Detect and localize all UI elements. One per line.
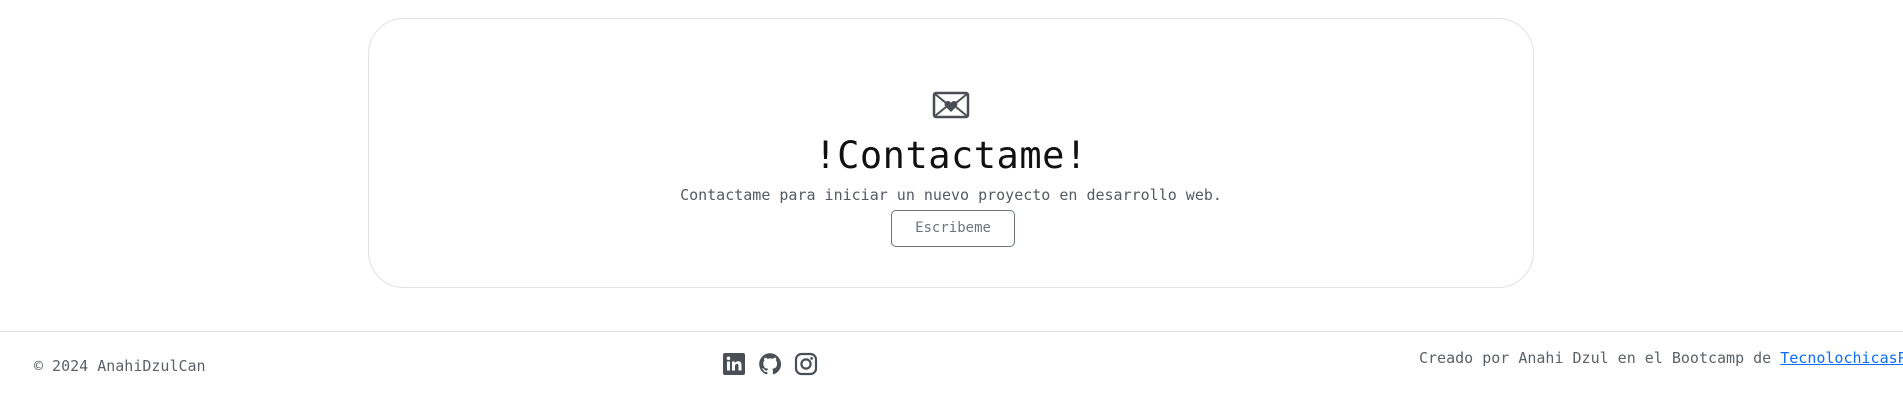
envelope-heart-icon: [932, 91, 970, 119]
instagram-icon: [794, 352, 818, 376]
social-links: [722, 352, 818, 378]
footer: © 2024 AnahiDzulCan Creado por Anahi Dzu…: [0, 331, 1903, 418]
escribeme-button[interactable]: Escribeme: [891, 210, 1015, 247]
copyright-text: © 2024 AnahiDzulCan: [34, 357, 206, 375]
github-link[interactable]: [758, 352, 782, 376]
linkedin-link[interactable]: [722, 352, 746, 376]
page-title: !Contactame!: [814, 134, 1088, 177]
contact-card: !Contactame! Contactame para iniciar un …: [368, 18, 1534, 288]
page: !Contactame! Contactame para iniciar un …: [0, 0, 1903, 418]
credits-prefix: Creado por Anahi Dzul en el Bootcamp de: [1419, 349, 1781, 367]
contact-subtitle: Contactame para iniciar un nuevo proyect…: [680, 186, 1222, 204]
credits-text: Creado por Anahi Dzul en el Bootcamp de …: [1419, 348, 1903, 368]
linkedin-icon: [723, 353, 745, 375]
github-icon: [759, 353, 782, 375]
tecnolochicaspro-link[interactable]: TecnolochicasPro: [1780, 349, 1903, 367]
instagram-link[interactable]: [794, 352, 818, 376]
